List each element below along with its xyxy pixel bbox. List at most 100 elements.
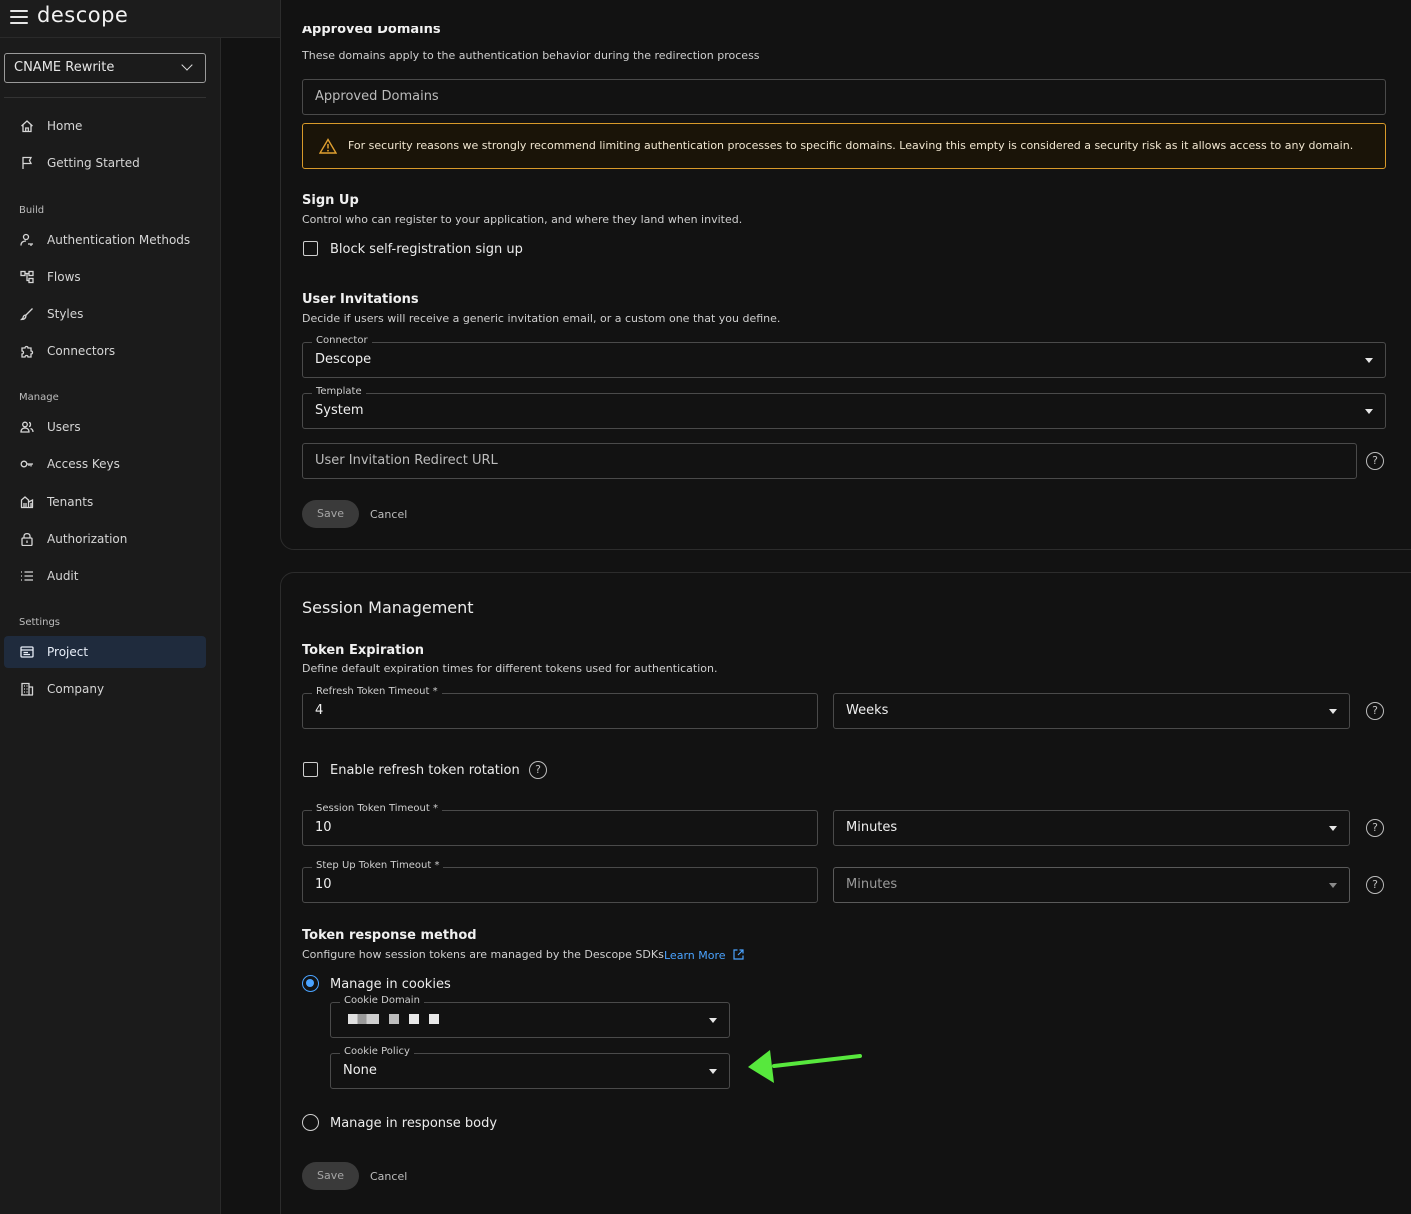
caret-down-icon <box>1365 358 1373 363</box>
caret-down-icon <box>1329 826 1337 831</box>
descope-logo[interactable]: descope <box>37 3 128 27</box>
learn-more-link[interactable]: Learn More <box>664 948 744 962</box>
sidebar-item-label: Connectors <box>47 344 116 358</box>
sidebar-item-home[interactable]: Home <box>4 110 206 142</box>
refresh-token-unit-select[interactable]: Weeks <box>833 693 1350 729</box>
manage-in-cookies-label: Manage in cookies <box>330 977 451 992</box>
help-icon[interactable]: ? <box>529 761 547 779</box>
project-icon <box>20 646 34 658</box>
caret-down-icon <box>1329 709 1337 714</box>
lock-icon <box>21 532 33 546</box>
help-icon[interactable]: ? <box>1366 452 1384 470</box>
invitation-redirect-url-input[interactable]: User Invitation Redirect URL <box>302 443 1357 479</box>
help-icon[interactable]: ? <box>1366 702 1384 720</box>
token-response-method-desc: Configure how session tokens are managed… <box>302 948 664 961</box>
user-invitations-title: User Invitations <box>302 292 419 307</box>
template-value: System <box>315 403 364 418</box>
session-token-timeout-label: Session Token Timeout * <box>312 803 442 814</box>
sidebar-item-connectors[interactable]: Connectors <box>4 335 206 367</box>
step-up-token-unit-value: Minutes <box>846 877 898 892</box>
user-invitations-desc: Decide if users will receive a generic i… <box>302 312 781 325</box>
sidebar-item-label: Home <box>47 119 83 133</box>
redacted-domain <box>429 1014 439 1024</box>
sidebar-item-label: Authentication Methods <box>47 233 191 247</box>
sidebar-item-authentication-methods[interactable]: Authentication Methods <box>4 224 206 256</box>
sidebar-item-tenants[interactable]: Tenants <box>4 486 206 518</box>
sidebar-item-access-keys[interactable]: Access Keys <box>4 448 206 480</box>
sidebar-item-audit[interactable]: Audit <box>4 560 206 592</box>
project-select[interactable]: CNAME Rewrite <box>4 53 206 83</box>
approved-domains-input[interactable]: Approved Domains <box>302 79 1386 115</box>
redacted-domain <box>389 1014 399 1024</box>
sidebar-item-getting-started[interactable]: Getting Started <box>4 147 206 179</box>
sidebar-item-label: Company <box>47 682 105 696</box>
sidebar-item-flows[interactable]: Flows <box>4 261 206 293</box>
template-label: Template <box>312 386 366 397</box>
chevron-down-icon <box>181 59 193 71</box>
caret-down-icon <box>709 1018 717 1023</box>
sidebar-item-label: Access Keys <box>47 457 120 471</box>
sidebar-item-label: Flows <box>47 270 81 284</box>
template-select[interactable]: Template System <box>302 386 1386 429</box>
sidebar-item-project[interactable]: Project <box>4 636 206 668</box>
invitations-save-button[interactable]: Save <box>302 500 359 528</box>
session-cancel-button[interactable]: Cancel <box>370 1170 407 1183</box>
session-save-button[interactable]: Save <box>302 1162 359 1190</box>
approved-domains-placeholder: Approved Domains <box>315 89 439 104</box>
session-token-timeout-input[interactable]: Session Token Timeout * 10 <box>302 803 818 846</box>
caret-down-icon <box>1329 883 1337 888</box>
redacted-domain <box>348 1014 379 1024</box>
invitation-redirect-url-placeholder: User Invitation Redirect URL <box>315 453 498 468</box>
sign-up-desc: Control who can register to your applica… <box>302 213 743 226</box>
sidebar-divider <box>4 97 206 98</box>
key-icon <box>20 460 33 468</box>
block-self-registration-checkbox[interactable] <box>303 241 318 256</box>
sidebar-item-users[interactable]: Users <box>4 411 206 443</box>
connector-value: Descope <box>315 352 372 367</box>
user-key-icon <box>20 233 33 246</box>
external-link-icon <box>733 949 744 960</box>
block-self-registration-label: Block self-registration sign up <box>330 242 523 257</box>
users-icon <box>20 421 34 433</box>
approved-domains-title: Approved Domains <box>302 26 441 37</box>
step-up-token-timeout-input[interactable]: Step Up Token Timeout * 10 <box>302 860 818 903</box>
sign-up-title: Sign Up <box>302 193 359 208</box>
refresh-token-timeout-value: 4 <box>315 703 324 718</box>
caret-down-icon <box>709 1069 717 1074</box>
token-expiration-desc: Define default expiration times for diff… <box>302 662 718 675</box>
sidebar-item-authorization[interactable]: Authorization <box>4 523 206 555</box>
refresh-token-timeout-input[interactable]: Refresh Token Timeout * 4 <box>302 686 818 729</box>
sidebar-item-label: Tenants <box>47 495 94 509</box>
section-label-settings: Settings <box>19 617 61 628</box>
warning-icon <box>319 138 337 154</box>
section-label-build: Build <box>19 205 45 216</box>
flag-icon <box>22 156 33 169</box>
connector-label: Connector <box>312 335 372 346</box>
sidebar-item-styles[interactable]: Styles <box>4 298 206 330</box>
refresh-token-rotation-checkbox[interactable] <box>303 762 318 777</box>
sidebar-item-label: Audit <box>47 569 79 583</box>
sidebar-item-company[interactable]: Company <box>4 673 206 705</box>
approved-domains-desc: These domains apply to the authenticatio… <box>302 49 760 62</box>
menu-icon[interactable] <box>10 10 28 24</box>
cookie-domain-select[interactable]: Cookie Domain <box>330 995 730 1038</box>
cookie-policy-select[interactable]: Cookie Policy None <box>330 1046 730 1089</box>
security-warning-text: For security reasons we strongly recomme… <box>348 139 1354 152</box>
list-icon <box>21 571 33 581</box>
manage-in-cookies-radio[interactable] <box>302 975 319 992</box>
connector-select[interactable]: Connector Descope <box>302 335 1386 378</box>
manage-in-response-body-label: Manage in response body <box>330 1116 498 1131</box>
refresh-token-timeout-label: Refresh Token Timeout * <box>312 686 442 697</box>
help-icon[interactable]: ? <box>1366 876 1384 894</box>
manage-in-response-body-radio[interactable] <box>302 1114 319 1131</box>
invitations-cancel-button[interactable]: Cancel <box>370 508 407 521</box>
puzzle-icon <box>21 345 34 358</box>
help-icon[interactable]: ? <box>1366 819 1384 837</box>
sidebar-item-label: Styles <box>47 307 84 321</box>
step-up-token-unit-select[interactable]: Minutes <box>833 867 1350 903</box>
redacted-domain <box>409 1014 419 1024</box>
caret-down-icon <box>1365 409 1373 414</box>
session-token-unit-select[interactable]: Minutes <box>833 810 1350 846</box>
security-warning: For security reasons we strongly recomme… <box>302 123 1386 169</box>
step-up-token-timeout-value: 10 <box>315 877 332 892</box>
